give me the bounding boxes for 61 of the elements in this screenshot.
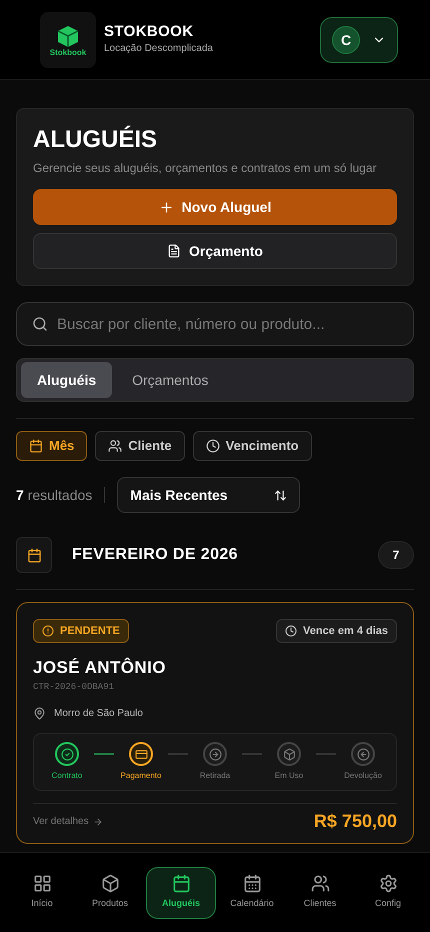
calendar-icon <box>172 874 190 894</box>
step-label: Pagamento <box>120 770 162 782</box>
client-name: JOSÉ ANTÔNIO <box>33 656 167 679</box>
tab[interactable]: Aluguéis <box>21 362 112 398</box>
grid-icon <box>32 874 52 894</box>
nav-item[interactable]: Clientes <box>288 866 352 918</box>
calendar-icon <box>242 874 262 894</box>
alert-icon <box>42 625 54 637</box>
contract-code: CTR-2026-0DBA91 <box>33 680 116 694</box>
step-label: Em Uso <box>274 770 304 782</box>
nav-item[interactable]: Aluguéis <box>146 866 216 918</box>
nav-item[interactable]: Config <box>356 866 420 918</box>
users-icon <box>108 439 122 453</box>
app-subtitle: Locação Descomplicada <box>104 42 213 56</box>
month-heading: FEVEREIRO DE 2026 <box>72 545 239 565</box>
plus-icon <box>158 200 174 214</box>
card-icon <box>134 748 148 760</box>
due-badge: Vence em 4 dias <box>276 619 397 643</box>
arrow-right-icon <box>208 748 222 760</box>
arrow-right-icon <box>92 816 103 826</box>
account-button[interactable]: C <box>320 16 398 62</box>
result-count: 7 resultados <box>16 486 92 504</box>
search-field[interactable]: Buscar por cliente, número ou produto... <box>16 302 414 346</box>
status-badge: PENDENTE <box>33 619 129 643</box>
page-title: ALUGUÉIS <box>33 125 158 155</box>
document-icon <box>167 244 182 258</box>
check-icon <box>60 748 74 760</box>
tab[interactable]: Orçamentos <box>116 362 224 398</box>
search-icon <box>32 316 48 332</box>
nav-item[interactable]: Calendário <box>220 866 284 918</box>
users-icon <box>310 874 330 894</box>
settings-icon <box>378 874 398 894</box>
count-badge: 7 <box>378 541 414 569</box>
arrow-left-icon <box>356 748 370 760</box>
details-link[interactable]: Ver detalhes <box>33 814 103 829</box>
box-icon <box>100 874 120 894</box>
step-label: Retirada <box>200 770 230 782</box>
rental-card[interactable]: PENDENTE Vence em 4 dias JOSÉ ANTÔNIO CTR-2026-0DBA91 Morro de São Paulo Contrato Pagamento Retirada Em Uso Devolução Ver detalhes R$ 750,00 <box>16 602 414 844</box>
clock-icon <box>285 625 297 637</box>
step-label: Contrato <box>52 770 82 782</box>
app-title: STOKBOOK <box>104 22 194 42</box>
filter-chip[interactable]: Vencimento <box>192 431 312 461</box>
calendar-icon <box>29 439 43 453</box>
new-rental-button[interactable]: Novo Aluguel <box>33 189 397 225</box>
filter-chip[interactable]: Cliente <box>95 431 185 461</box>
box-icon <box>282 748 296 760</box>
step-label: Devolução <box>344 770 382 782</box>
filter-chip[interactable]: Mês <box>16 431 88 461</box>
avatar: C <box>332 26 360 54</box>
location: Morro de São Paulo <box>54 707 143 721</box>
quote-button[interactable]: Orçamento <box>33 233 397 269</box>
nav-item[interactable]: Produtos <box>78 866 142 918</box>
sort-select[interactable]: Mais Recentes <box>117 477 300 513</box>
location-pin-icon <box>33 707 46 720</box>
calendar-icon <box>26 548 42 562</box>
sort-icon <box>274 488 288 502</box>
nav-item[interactable]: Início <box>10 866 74 918</box>
rental-price: R$ 750,00 <box>314 810 397 833</box>
logo-text: Stokbook <box>50 48 86 56</box>
clock-icon <box>206 439 220 453</box>
page-subtitle: Gerencie seus aluguéis, orçamentos e contratos em um só lugar <box>33 160 378 177</box>
